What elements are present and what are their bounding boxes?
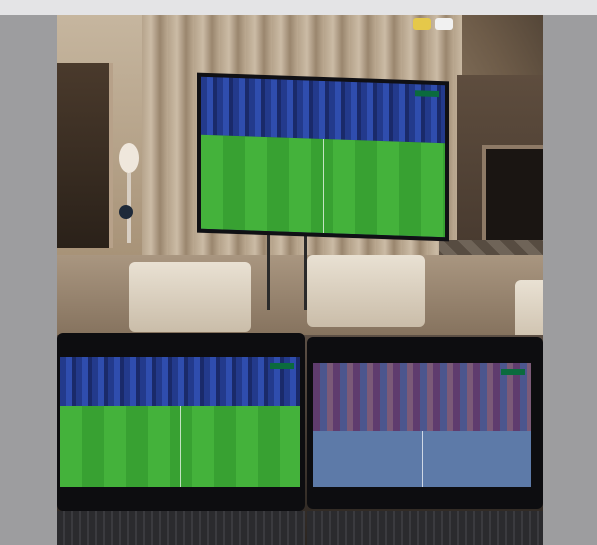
- football-pitch: [313, 431, 531, 487]
- fireplace: [482, 145, 543, 253]
- football-pitch: [201, 134, 445, 238]
- top-bar: [0, 0, 597, 15]
- keyboard-right: [307, 511, 543, 545]
- ceiling-light-yellow: [413, 18, 431, 30]
- pouf-left: [129, 262, 251, 332]
- doorway: [57, 63, 113, 248]
- television: [197, 72, 449, 242]
- tablet-right: [307, 337, 543, 509]
- tv-stand: [267, 230, 307, 310]
- score-overlay: [270, 363, 294, 369]
- lamp-shade: [119, 143, 139, 173]
- ceiling-light-white: [435, 18, 453, 30]
- pouf-center: [307, 255, 425, 327]
- score-overlay: [415, 90, 439, 98]
- stadium-crowd: [201, 76, 445, 144]
- left-margin: [0, 15, 57, 545]
- stadium-crowd: [313, 363, 531, 432]
- right-margin: [543, 15, 597, 545]
- score-overlay: [501, 369, 525, 375]
- laptop-left-screen: [60, 357, 300, 487]
- tv-screen: [201, 76, 445, 238]
- football-pitch: [60, 406, 300, 487]
- ceiling-lights: [413, 15, 461, 30]
- tablet-right-screen: [313, 363, 531, 487]
- laptop-left: [57, 333, 305, 511]
- living-room-photo: [57, 15, 543, 545]
- keyboard-left: [57, 511, 305, 545]
- stadium-crowd: [60, 357, 300, 407]
- decor-ball: [119, 205, 133, 219]
